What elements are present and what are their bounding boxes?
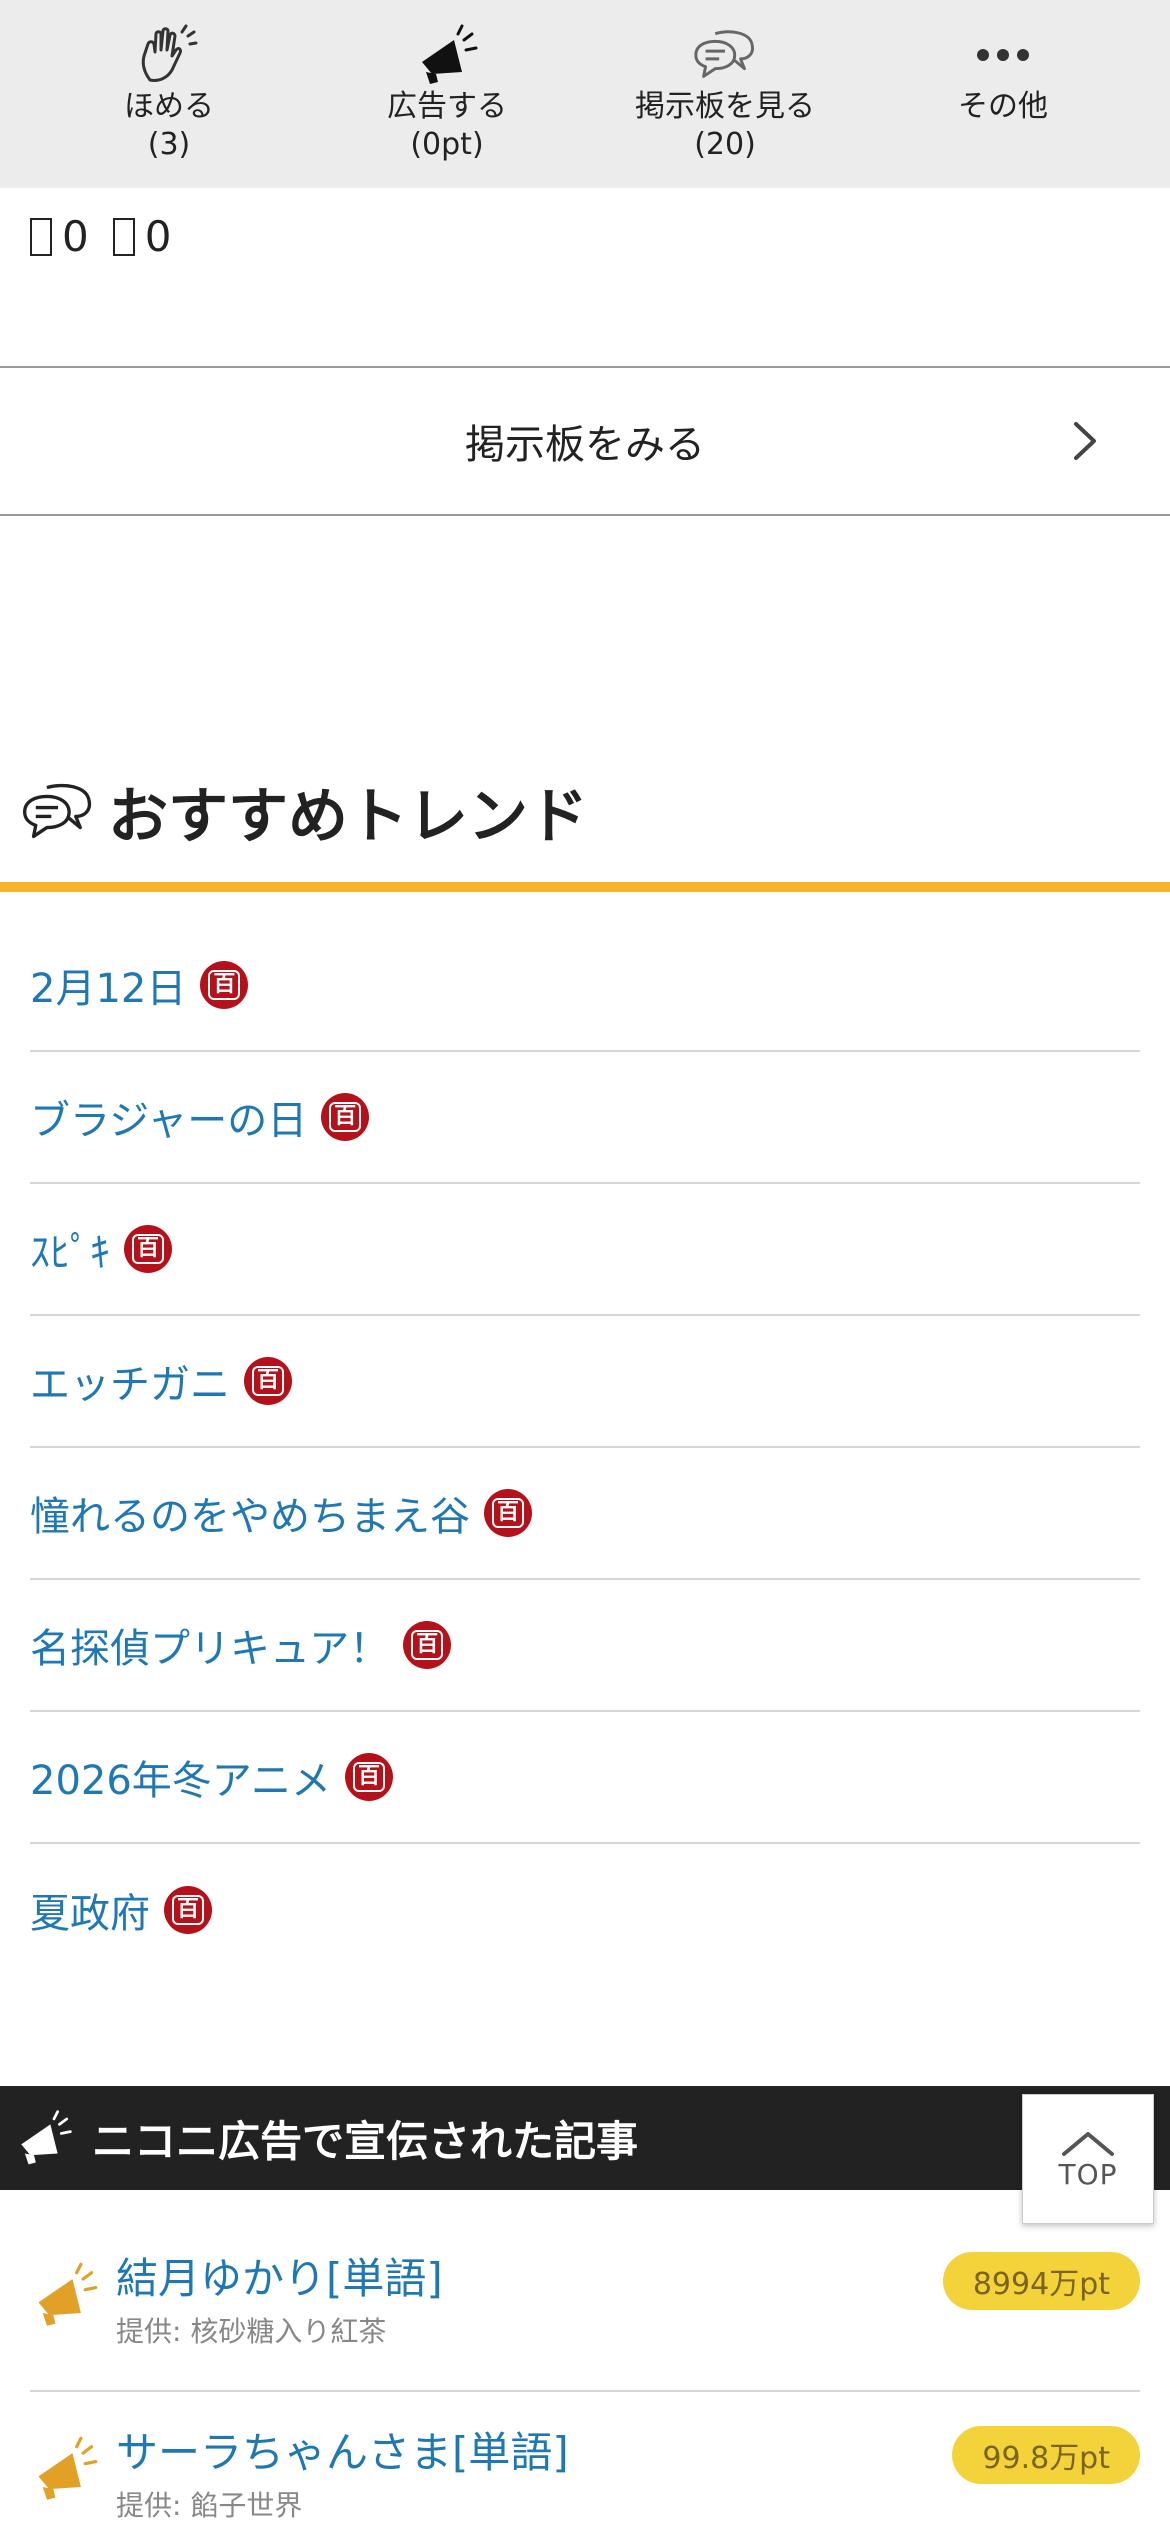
clapping-hands-icon: [134, 20, 204, 90]
trend-section-header: おすすめトレンド: [18, 768, 588, 855]
trend-list: 2月12日百 ブラジャーの日百 ｽﾋﾟｷ百 エッチガニ百 憧れるのをやめちまえ谷…: [30, 920, 1140, 1976]
ad-points-badge: 8994万pt: [942, 2252, 1140, 2310]
ad-list-item: サーラちゃんさま[単語] 提供: 餡子世界 99.8万pt: [30, 2426, 1140, 2524]
dic-badge-icon: 百: [164, 1886, 212, 1934]
view-board-label: 掲示板を見る: [635, 89, 815, 124]
trend-item[interactable]: 夏政府百: [30, 1844, 1140, 1976]
back-to-top-button[interactable]: TOP: [1022, 2094, 1154, 2224]
trend-item[interactable]: 2026年冬アニメ百: [30, 1712, 1140, 1844]
trend-item[interactable]: ｽﾋﾟｷ 百: [30, 1184, 1140, 1316]
trend-item-label: 2026年冬アニメ: [30, 1758, 331, 1804]
counter-value-second: 0: [144, 212, 172, 261]
dic-badge-icon: 百: [403, 1621, 452, 1669]
ad-list-item: 結月ゆかり[単語] 提供: 核砂糖入り紅茶 8994万pt: [30, 2252, 1140, 2350]
advertise-label: 広告する: [387, 89, 507, 124]
trend-item-label: 名探偵プリキュア！: [30, 1626, 390, 1672]
dic-badge-icon: 百: [484, 1489, 532, 1537]
ad-points-badge: 99.8万pt: [952, 2426, 1140, 2484]
megaphone-icon: [38, 2436, 98, 2500]
chevron-up-icon: [1062, 2131, 1114, 2156]
chat-bubbles-icon: [23, 783, 92, 838]
view-board-link-label: 掲示板をみる: [465, 422, 705, 468]
dic-badge-icon: 百: [345, 1753, 393, 1801]
dic-badge-icon: 百: [244, 1357, 292, 1405]
view-board-link[interactable]: 掲示板をみる: [0, 366, 1170, 516]
view-board-button[interactable]: 掲示板を見る (20): [586, 0, 864, 188]
more-button[interactable]: その他: [864, 0, 1142, 188]
more-label: その他: [958, 89, 1048, 124]
more-dots-icon: [968, 20, 1038, 90]
trend-item-label: 憧れるのをやめちまえ谷: [30, 1494, 470, 1540]
praise-count: (3): [147, 127, 191, 162]
trend-item-label: ブラジャーの日: [30, 1098, 308, 1144]
missing-glyph-icon: [30, 217, 52, 256]
trend-item-label: ｽﾋﾟｷ: [30, 1230, 110, 1276]
chat-bubbles-icon: [690, 20, 760, 90]
trend-item[interactable]: ブラジャーの日百: [30, 1052, 1140, 1184]
advertise-count: (0pt): [410, 127, 484, 162]
trend-divider: [0, 882, 1170, 892]
trend-item[interactable]: エッチガニ百: [30, 1316, 1140, 1448]
dic-badge-icon: 百: [321, 1093, 370, 1141]
praise-button[interactable]: ほめる (3): [30, 0, 308, 188]
dic-badge-icon: 百: [200, 961, 249, 1009]
back-to-top-label: TOP: [1058, 2157, 1118, 2191]
trend-item[interactable]: 名探偵プリキュア！ 百: [30, 1580, 1140, 1712]
trend-section-title: おすすめトレンド: [108, 782, 588, 852]
trend-item-label: エッチガニ: [30, 1362, 230, 1408]
view-board-count: (20): [694, 127, 756, 162]
megaphone-icon: [38, 2262, 98, 2326]
trend-item[interactable]: 憧れるのをやめちまえ谷百: [30, 1448, 1140, 1580]
ad-section-header: ニコニ広告で宣伝された記事: [0, 2086, 1170, 2190]
counter-value-first: 0: [62, 212, 89, 261]
ad-section-title: ニコニ広告で宣伝された記事: [92, 2116, 639, 2166]
advertise-button[interactable]: 広告する (0pt): [308, 0, 586, 188]
trend-item[interactable]: 2月12日百: [30, 920, 1140, 1052]
action-bar: ほめる (3) 広告する (0pt) 掲示板を見る (20) その他: [0, 0, 1170, 188]
chevron-right-icon: [1074, 422, 1096, 460]
trend-item-label: 夏政府: [30, 1891, 150, 1937]
megaphone-icon: [412, 20, 482, 90]
megaphone-icon: [21, 2110, 72, 2165]
ad-sponsor: 提供: 核砂糖入り紅茶: [116, 2315, 387, 2348]
missing-glyph-icon: [112, 217, 135, 256]
trend-item-label: 2月12日: [30, 966, 187, 1012]
praise-label: ほめる: [124, 89, 214, 124]
ad-divider: [30, 2390, 1140, 2392]
dic-badge-icon: 百: [124, 1225, 172, 1273]
reaction-counters: 0 0: [30, 212, 171, 261]
ad-sponsor: 提供: 餡子世界: [116, 2489, 303, 2522]
